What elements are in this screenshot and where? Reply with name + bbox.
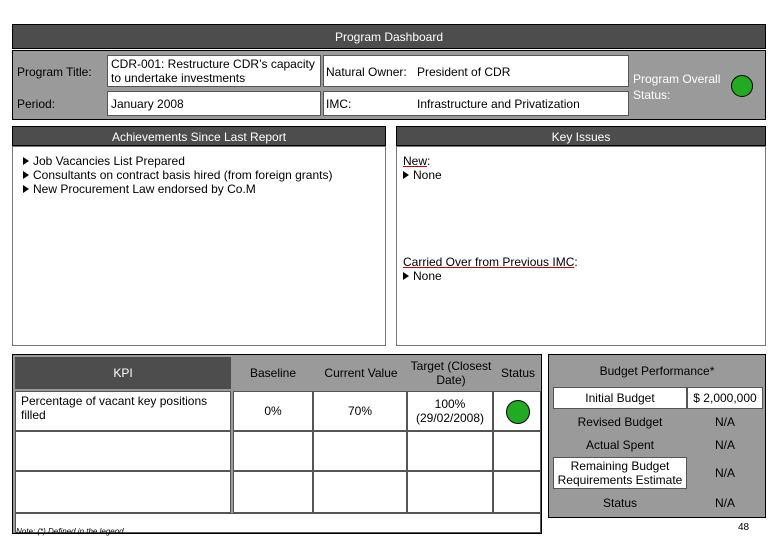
actual-spent-label: Actual Spent (585, 438, 655, 452)
carried-over-label: Carried Over from Previous IMC (403, 255, 575, 269)
list-item: None (403, 269, 578, 283)
new-issues-label: New (403, 154, 428, 168)
list-item: Job Vacancies List Prepared (23, 154, 385, 168)
remaining-budget-label: Remaining Budget Requirements Estimate (553, 457, 687, 489)
budget-status-value: N/A (714, 496, 735, 510)
initial-budget-label: Initial Budget (553, 387, 687, 409)
baseline-cell: 0% (233, 391, 313, 431)
status-header: Status (500, 366, 536, 380)
list-item: None (403, 168, 442, 182)
overall-status-label: Program Overall Status: (633, 72, 721, 102)
actual-spent-value: N/A (714, 438, 735, 452)
program-title-value: CDR-001: Restructure CDR’s capacity to u… (107, 55, 321, 87)
baseline-header: Baseline (249, 366, 297, 380)
period-value: January 2008 (107, 91, 321, 116)
target-cell: 100% (29/02/2008) (407, 391, 493, 431)
revised-budget-value: N/A (714, 415, 735, 429)
imc-value: Infrastructure and Privatization (417, 97, 580, 111)
kpi-header: KPI (15, 357, 231, 389)
initial-budget-value: $ 2,000,000 (687, 387, 763, 409)
natural-owner-label: Natural Owner: (326, 65, 407, 79)
program-info-panel: Program Title: CDR-001: Restructure CDR’… (12, 50, 766, 120)
revised-budget-label: Revised Budget (577, 415, 663, 429)
page-number: 48 (738, 522, 750, 533)
period-label: Period: (17, 97, 56, 111)
status-cell (493, 391, 541, 431)
bullet-triangle-icon (23, 185, 29, 193)
key-issues-panel: New: None Carried Over from Previous IMC… (396, 146, 766, 346)
imc-label: IMC: (326, 97, 352, 111)
target-header: Target (Closest Date) (410, 359, 492, 387)
budget-heading: Budget Performance* (599, 364, 715, 378)
achievements-heading: Achievements Since Last Report (12, 126, 386, 146)
bullet-triangle-icon (23, 157, 29, 165)
dashboard-title: Program Dashboard (12, 24, 766, 49)
kpi-table: KPI Baseline Current Value Target (Close… (12, 354, 542, 534)
bullet-triangle-icon (23, 171, 29, 179)
budget-table: Budget Performance* Initial Budget $ 2,0… (548, 354, 766, 518)
achievements-list: Job Vacancies List Prepared Consultants … (12, 146, 386, 346)
kpi-status-indicator (506, 400, 530, 424)
kpi-name-cell: Percentage of vacant key positions fille… (15, 391, 231, 431)
table-row (15, 471, 231, 513)
current-value-header: Current Value (324, 366, 398, 380)
natural-owner-value: President of CDR (417, 65, 511, 79)
bullet-triangle-icon (403, 171, 409, 179)
bullet-triangle-icon (403, 272, 409, 280)
legend-note: Note: (*) Defined in the legend (16, 527, 124, 536)
table-row (15, 431, 231, 471)
current-value-cell: 70% (313, 391, 407, 431)
budget-status-label: Status (602, 496, 638, 510)
overall-status-indicator (731, 75, 753, 97)
key-issues-heading: Key Issues (396, 126, 766, 146)
program-title-label: Program Title: (17, 65, 92, 79)
list-item: Consultants on contract basis hired (fro… (23, 168, 385, 182)
list-item: New Procurement Law endorsed by Co.M (23, 182, 385, 196)
remaining-budget-value: N/A (714, 466, 735, 480)
